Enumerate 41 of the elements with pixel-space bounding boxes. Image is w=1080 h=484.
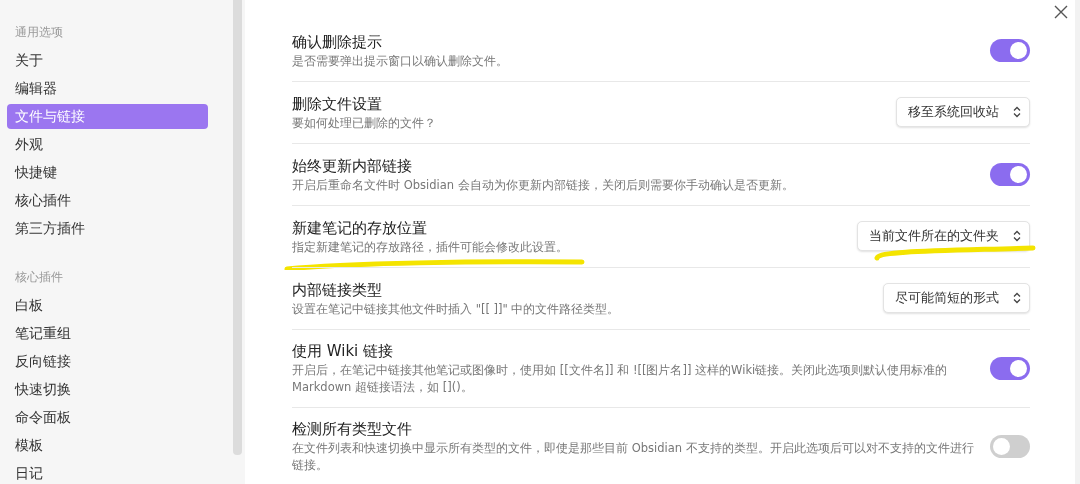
setting-title: 检测所有类型文件 <box>292 419 413 440</box>
sidebar-item[interactable]: 反向链接 <box>7 349 208 374</box>
sidebar-item[interactable]: 模板 <box>7 433 208 458</box>
close-icon[interactable] <box>1054 5 1068 19</box>
setting-description: 是否需要弹出提示窗口以确认删除文件。 <box>292 52 509 70</box>
setting-description: 要如何处理已删除的文件？ <box>292 114 437 132</box>
toggle-switch[interactable] <box>990 38 1030 62</box>
sidebar-item[interactable]: 命令面板 <box>7 405 208 430</box>
sidebar-item[interactable]: 快捷键 <box>7 160 208 185</box>
scrollbar-thumb[interactable] <box>233 0 242 455</box>
sidebar-item[interactable]: 笔记重组 <box>7 321 208 346</box>
chevron-icon <box>1013 292 1021 304</box>
sidebar-item[interactable]: 关于 <box>7 48 208 73</box>
sidebar-item[interactable]: 日记 <box>7 461 208 484</box>
setting-description: 开启后重命名文件时 Obsidian 会自动为你更新内部链接，关闭后则需要你手动确认是否更新。 <box>292 176 795 194</box>
dropdown[interactable]: 当前文件所在的文件夹 <box>857 221 1030 251</box>
sidebar-item[interactable]: 编辑器 <box>7 76 208 101</box>
setting-description: 开启后，在笔记中链接其他笔记或图像时，使用如 [[文件名]] 和 ![[图片名]] 这样的Wiki链接。关闭此选项则默认使用标准的 Markdown 超链接语法，如 []()。 <box>292 362 949 396</box>
sidebar-item[interactable]: 外观 <box>7 132 208 157</box>
setting-title: 内部链接类型 <box>292 279 383 301</box>
dropdown[interactable]: 尽可能简短的形式 <box>883 283 1030 313</box>
toggle-switch[interactable] <box>990 162 1030 186</box>
setting-title: 新建笔记的存放位置 <box>292 217 428 239</box>
setting-title: 删除文件设置 <box>292 93 383 115</box>
sidebar-item[interactable]: 核心插件 <box>7 188 208 213</box>
sidebar-item[interactable]: 白板 <box>7 293 208 318</box>
section-heading: 通用选项 <box>14 24 64 41</box>
sidebar-item[interactable]: 快速切换 <box>7 377 208 402</box>
toggle-switch[interactable] <box>990 434 1030 458</box>
setting-title: 确认删除提示 <box>292 31 383 53</box>
toggle-switch[interactable] <box>990 356 1030 380</box>
setting-description: 指定新建笔记的存放路径，插件可能会修改此设置。 <box>292 238 569 256</box>
setting-description: 设置在笔记中链接其他文件时插入 "[[ ]]" 中的文件路径类型。 <box>292 300 621 318</box>
section-heading: 核心插件 <box>14 269 64 286</box>
setting-title: 使用 Wiki 链接 <box>292 341 395 362</box>
chevron-icon <box>1013 106 1021 118</box>
setting-description: 在文件列表和快速切换中显示所有类型的文件，即使是那些目前 Obsidian 不支持的类型。开启此选项后可以对不支持的文件进行链接。 <box>292 440 975 474</box>
chevron-icon <box>1013 230 1021 242</box>
sidebar-item[interactable]: 第三方插件 <box>7 216 208 241</box>
setting-title: 始终更新内部链接 <box>292 155 413 177</box>
dropdown[interactable]: 移至系统回收站 <box>896 97 1030 127</box>
